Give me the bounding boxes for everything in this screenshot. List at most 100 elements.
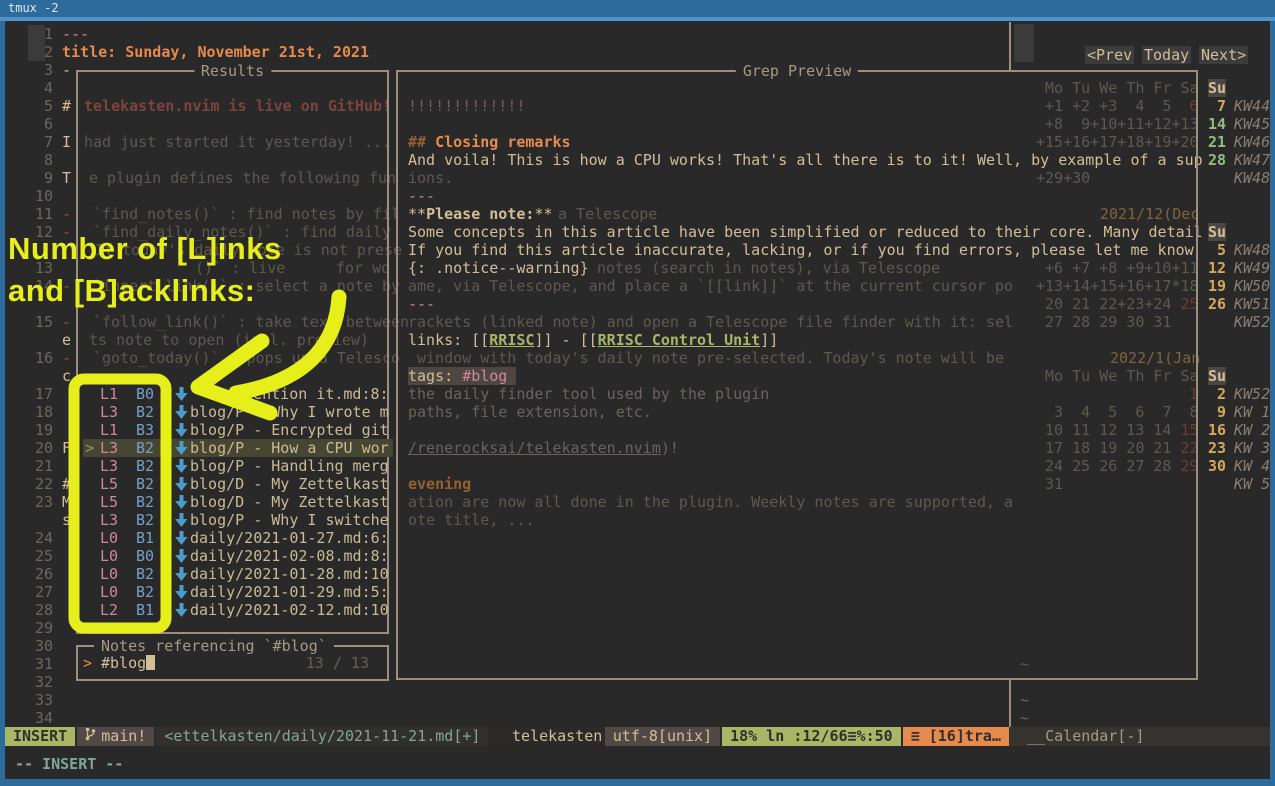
result-row[interactable]: L1 B3 blog/P - Encrypted git [83,421,393,439]
backlinks-count: B2 [136,475,154,493]
text-span: 16 [1208,421,1226,439]
text-line: 14 [1208,115,1226,133]
backlinks-count: B3 [136,421,154,439]
calendar-prev-button[interactable]: <Prev [1085,46,1134,64]
result-row[interactable]: L0B2daily/2021-01-29.md:5: [83,583,393,601]
links-count: L5 [100,493,118,511]
terminal-window: tmux -2 <Prev Today Next> ---title: Sund… [0,0,1275,786]
line-number: 16 [23,349,53,367]
result-label: blog/D - My Zettelkast [190,493,389,511]
statusline-segment: utf-8[unix] [605,727,720,746]
result-row[interactable]: L0B1daily/2021-01-27.md:6: [83,529,393,547]
result-label: daily/2021-01-28.md:10 [190,565,389,583]
line-number: 5 [23,97,53,115]
links-count: L3 [100,439,118,457]
links-count: L0 [100,583,118,601]
line-number: 24 [23,529,53,547]
text-line: KW45 [1234,115,1270,133]
prompt-window-title: Notes referencing `#blog` [94,637,334,655]
window-separator-top [1009,22,1011,70]
text-line: 23 [1208,439,1226,457]
line-number: 32 [23,673,53,691]
text-span: --- [62,25,89,43]
text-span: Su [1208,79,1226,97]
text-line: Su [1208,79,1226,97]
result-row[interactable]: L0B0daily/2021-02-08.md:8: [83,547,393,565]
line-number: 6 [23,115,53,133]
text-span: 21 [1208,133,1226,151]
statusline-segment: ≡ [16]tra… [903,727,1009,746]
result-label: daily/2021-01-27.md:6: [190,529,389,547]
text-line: # [62,97,71,115]
text-line: 12 [1208,259,1226,277]
backlinks-count: B2 [136,583,154,601]
text-span: 19 [1208,277,1226,295]
result-row[interactable]: L5B2blog/D - My Zettelkast [83,493,393,511]
text-line: KW46 [1234,133,1270,151]
text-span: KW 1 [1234,403,1270,421]
links-count: L1 [100,421,118,439]
line-number: 1 [23,25,53,43]
text-line: Su [1208,367,1226,385]
text-span: KW 3 [1234,439,1270,457]
result-row[interactable]: L3B2blog/P - Why I wrote m [83,403,393,421]
text-line: KW 4 [1234,457,1270,475]
text-line: KW44 [1234,97,1270,115]
links-count: L0 [100,547,118,565]
text-line: KW51 [1234,295,1270,313]
annotation-text: Number of [L]inks and [B]acklinks: [8,228,282,312]
calendar-next-button[interactable]: Next> [1199,46,1248,64]
prompt-search-input[interactable]: #blog [101,654,146,672]
line-number: 3 [23,61,53,79]
result-row[interactable]: L3B2blog/P - Handling merg [83,457,393,475]
links-count: L3 [100,511,118,529]
backlinks-count: B1 [136,601,154,619]
text-line: 28 [1208,151,1226,169]
text-span: KW48 [1234,241,1270,259]
text-line: # [62,475,71,493]
line-number: 11 [23,205,53,223]
preview-window-title: Grep Preview [736,62,858,80]
result-row[interactable]: L1B0i mention it.md:8: [83,385,393,403]
result-row[interactable]: L2B1daily/2021-02-12.md:10 [83,601,393,619]
result-row[interactable]: L0B2daily/2021-01-28.md:10 [83,565,393,583]
line-number: 33 [23,691,53,709]
line-number: 7 [23,133,53,151]
result-row[interactable]: L5B2blog/D - My Zettelkast [83,475,393,493]
selection-caret: > [85,439,94,457]
backlinks-count: B2 [136,457,154,475]
result-row[interactable]: >L3B2blog/P - How a CPU wor [83,439,393,457]
results-counter: 13 / 13 [306,654,369,672]
text-line: e [62,331,71,349]
text-span: 14 [1208,115,1226,133]
calendar-today-button[interactable]: Today [1142,46,1191,64]
statusline-plugin-name: telekasten [512,727,602,746]
text-span: KW52 [1234,313,1270,331]
text-span: 5 [1208,241,1226,259]
line-number: 27 [23,583,53,601]
text-span: 7 [1208,97,1226,115]
text-line: T [62,169,71,187]
result-label: blog/P - Why I switche [190,511,389,529]
text-span: ~ [1020,691,1029,709]
statusline-segment-text: 18% ln :12/66≡%:50 [730,727,893,746]
statusline-segment: INSERT [5,727,75,746]
result-label: blog/P - Handling merg [190,457,389,475]
backlinks-count: B0 [136,547,154,565]
text-line: - [62,349,71,367]
text-span: KW51 [1234,295,1270,313]
line-number: 15 [23,313,53,331]
backlinks-count: B0 [136,385,154,403]
backlinks-count: B2 [136,439,154,457]
text-span: title: Sunday, November 21st, 2021 [62,43,369,61]
result-label: blog/P - Encrypted git [190,421,389,439]
text-line: I [62,133,71,151]
text-span: e [62,331,71,349]
statusline: INSERTmain!<ettelkasten/daily/2021-11-21… [5,727,1270,746]
text-line: KW 2 [1234,421,1270,439]
text-span: ~ [1020,709,1029,727]
text-span: KW48 [1234,169,1270,187]
result-row[interactable]: L3B2blog/P - Why I switche [83,511,393,529]
text-line: - [62,61,71,79]
terminal-screen: <Prev Today Next> ---title: Sunday, Nove… [5,21,1270,779]
